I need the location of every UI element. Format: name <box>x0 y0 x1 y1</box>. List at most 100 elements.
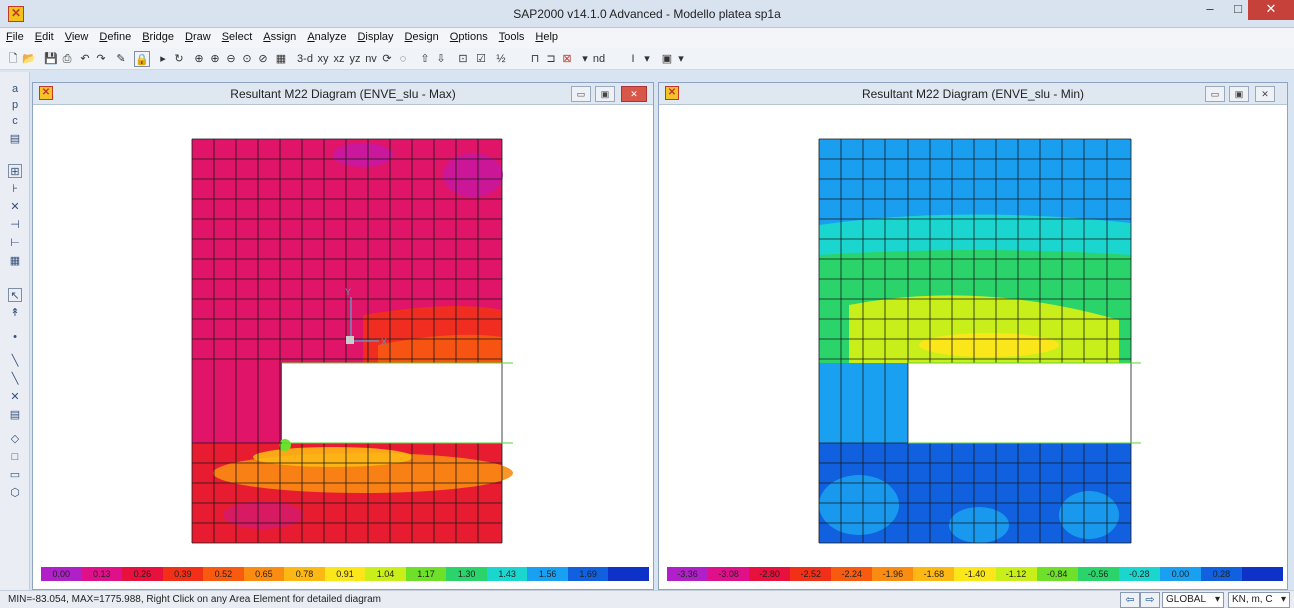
menu-edit[interactable]: Edit <box>29 28 59 43</box>
menu-assign[interactable]: Assign <box>257 28 301 43</box>
snap-perpendicular-icon[interactable]: ⊣ <box>8 218 22 232</box>
select-section-icon[interactable]: I <box>626 51 640 67</box>
scale-segment: -1.40 <box>954 567 996 581</box>
minimize-window-button[interactable]: – <box>1196 0 1224 20</box>
scale-segment: 0.00 <box>41 567 82 581</box>
scale-segment: -0.84 <box>1036 567 1078 581</box>
draw-solid-icon[interactable]: ⬡ <box>8 486 22 500</box>
edit-pencil-icon[interactable]: ✎ <box>114 51 128 67</box>
menu-display[interactable]: Display <box>351 28 398 43</box>
refresh-view-icon[interactable]: ↻ <box>172 51 186 67</box>
snap-grid-icon[interactable]: ▦ <box>8 254 22 268</box>
undo-icon[interactable]: ↶ <box>78 51 92 67</box>
close-panel-button[interactable]: ✕ <box>1255 86 1275 102</box>
new-file-icon[interactable]: 🗋 <box>6 51 20 67</box>
draw-line-icon[interactable]: ╲ <box>8 354 22 368</box>
axis-x-label: X <box>381 337 387 347</box>
menu-options[interactable]: Options <box>444 28 493 43</box>
view-yz-button[interactable]: yz <box>348 51 362 67</box>
menu-file[interactable]: File <box>0 28 29 43</box>
save-icon[interactable]: 💾 <box>44 51 58 67</box>
table-dropdown-icon[interactable]: ▾ <box>676 51 686 67</box>
open-file-icon[interactable]: 📂 <box>22 51 36 67</box>
snap-intersection-icon[interactable]: ✕ <box>8 200 22 214</box>
next-arrow-button[interactable]: ⇨ <box>1140 592 1160 608</box>
draw-link-icon[interactable]: ⊠ <box>560 51 574 67</box>
rotate-view-icon[interactable]: ⟳ <box>380 51 394 67</box>
menu-analyze[interactable]: Analyze <box>301 28 351 43</box>
reshape-icon[interactable]: ⊞ <box>8 164 22 178</box>
menu-tools[interactable]: Tools <box>493 28 530 43</box>
draw-section-cut-icon[interactable]: ▤ <box>8 408 22 422</box>
draw-link-element-icon[interactable]: ✕ <box>8 390 22 404</box>
view-xz-button[interactable]: xz <box>332 51 346 67</box>
snap-points-icon[interactable]: ⊦ <box>8 182 22 196</box>
units-select[interactable]: KN, m, C ▾ <box>1228 592 1290 608</box>
contour-blue-lower-right <box>1059 491 1119 539</box>
section-dropdown-icon[interactable]: ▾ <box>642 51 652 67</box>
assign-fraction-icon[interactable]: ½ <box>494 51 508 67</box>
max-diagram-title: Resultant M22 Diagram (ENVE_slu - Max) <box>230 87 456 101</box>
scale-segment: 0.65 <box>243 567 285 581</box>
menu-define[interactable]: Define <box>93 28 136 43</box>
pointer-select-icon[interactable]: ↖ <box>8 288 22 302</box>
intersect-select-icon[interactable]: ▤ <box>8 132 22 146</box>
view-nv-button[interactable]: nv <box>364 51 378 67</box>
draw-joint-icon[interactable]: • <box>8 330 22 344</box>
zoom-window-icon[interactable]: ⊕ <box>192 51 206 67</box>
set-display-options-icon[interactable]: ☑ <box>474 51 488 67</box>
min-diagram-canvas[interactable] <box>659 105 1289 591</box>
draw-poly-area-icon[interactable]: ◇ <box>8 432 22 446</box>
zoom-full-icon[interactable]: ⊙ <box>240 51 254 67</box>
nd-dropdown-icon[interactable]: ▾ <box>578 51 592 67</box>
restore-panel-button[interactable]: ▣ <box>595 86 615 102</box>
max-color-scale: 0.00 0.13 0.26 0.39 0.52 0.65 0.78 0.91 1.04 1.17… <box>41 567 649 581</box>
zoom-previous-icon[interactable]: ⊘ <box>256 51 270 67</box>
restore-panel-button[interactable]: ▣ <box>1229 86 1249 102</box>
close-panel-button[interactable]: ✕ <box>621 86 647 102</box>
minimize-panel-button[interactable]: ▭ <box>571 86 591 102</box>
menu-draw[interactable]: Draw <box>179 28 216 43</box>
minimize-panel-button[interactable]: ▭ <box>1205 86 1225 102</box>
slab-opening <box>908 363 1131 443</box>
menu-view[interactable]: View <box>59 28 94 43</box>
app-titlebar: ✕ SAP2000 v14.1.0 Advanced - Modello pla… <box>0 0 1294 28</box>
menu-design[interactable]: Design <box>399 28 444 43</box>
object-shrink-icon[interactable]: ⊡ <box>456 51 470 67</box>
draw-frame-icon[interactable]: ⊓ <box>528 51 542 67</box>
view-3d-button[interactable]: 3-d <box>296 51 314 67</box>
menu-help[interactable]: Help <box>529 28 563 43</box>
zoom-in-icon[interactable]: ⊕ <box>208 51 222 67</box>
clear-select-icon[interactable]: c <box>8 114 22 128</box>
scale-segment: 1.04 <box>365 567 406 581</box>
snap-lines-icon[interactable]: ⊢ <box>8 236 22 250</box>
pointer-reshape-icon[interactable]: ↟ <box>8 306 22 320</box>
scale-segment: -2.52 <box>790 567 832 581</box>
move-up-icon[interactable]: ⇧ <box>418 51 432 67</box>
zoom-out-icon[interactable]: ⊖ <box>224 51 238 67</box>
pan-icon[interactable]: ▦ <box>274 51 288 67</box>
redo-icon[interactable]: ↷ <box>94 51 108 67</box>
menu-select[interactable]: Select <box>216 28 258 43</box>
draw-rect-area-icon[interactable]: □ <box>8 450 22 464</box>
menu-bridge[interactable]: Bridge <box>136 28 179 43</box>
lock-model-icon[interactable]: 🔒 <box>134 51 150 67</box>
previous-select-icon[interactable]: p <box>8 98 22 112</box>
quick-draw-area-icon[interactable]: ▭ <box>8 468 22 482</box>
scale-segment: -1.96 <box>872 567 914 581</box>
close-window-button[interactable]: ✕ <box>1248 0 1294 20</box>
coord-system-value: GLOBAL <box>1166 594 1207 605</box>
print-icon[interactable]: ⎙ <box>60 51 74 67</box>
display-table-icon[interactable]: ▣ <box>660 51 674 67</box>
coord-system-select[interactable]: GLOBAL ▾ <box>1162 592 1224 608</box>
all-select-icon[interactable]: a <box>8 82 22 96</box>
perspective-icon[interactable]: ◌ <box>396 51 410 67</box>
max-diagram-canvas[interactable]: X Y <box>33 105 655 591</box>
draw-cable-icon[interactable]: ⊐ <box>544 51 558 67</box>
run-analysis-icon[interactable]: ▸ <box>156 51 170 67</box>
draw-curve-icon[interactable]: ╲ <box>8 372 22 386</box>
contour-yellow-band <box>919 333 1059 357</box>
move-down-icon[interactable]: ⇩ <box>434 51 448 67</box>
previous-arrow-button[interactable]: ⇦ <box>1120 592 1140 608</box>
view-xy-button[interactable]: xy <box>316 51 330 67</box>
